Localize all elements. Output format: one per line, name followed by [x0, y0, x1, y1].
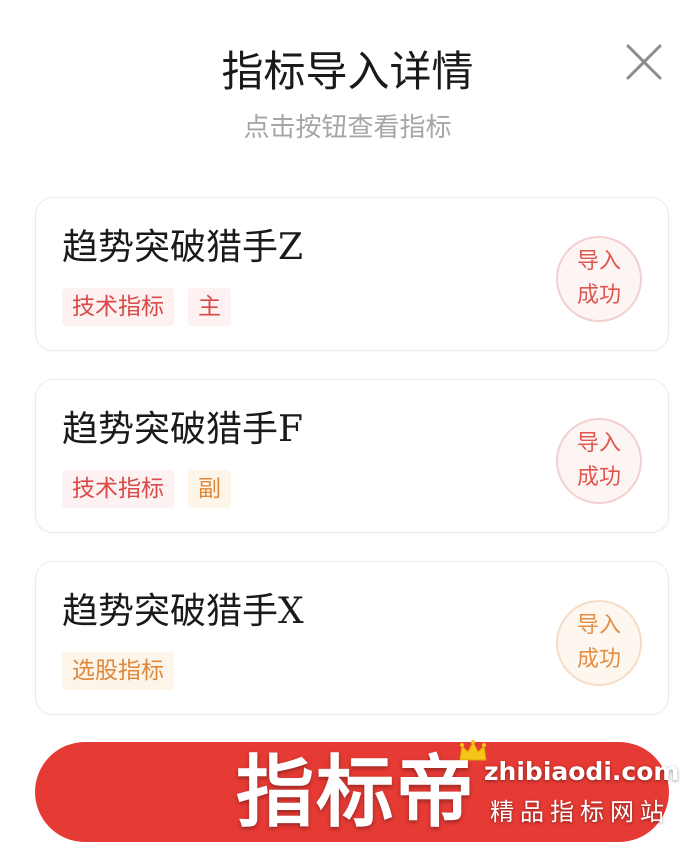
status-line1: 导入 [576, 613, 621, 638]
indicator-name: 趋势突破猎手Z [62, 227, 304, 268]
tag-category: 技术指标 [62, 288, 174, 326]
status-line2: 成功 [576, 283, 621, 308]
close-button[interactable] [622, 40, 666, 84]
status-line1: 导入 [576, 431, 621, 456]
indicator-tags: 技术指标 副 [62, 470, 231, 508]
indicator-card[interactable]: 趋势突破猎手Z 技术指标 主 导入 成功 [35, 197, 669, 351]
indicator-card[interactable]: 趋势突破猎手X 选股指标 导入 成功 [35, 561, 669, 715]
import-status-badge: 导入 成功 [556, 600, 642, 686]
watermark-logo: 指标帝 [236, 748, 477, 838]
tag-category: 选股指标 [62, 652, 174, 690]
indicator-card[interactable]: 趋势突破猎手F 技术指标 副 导入 成功 [35, 379, 669, 533]
indicator-tags: 技术指标 主 [62, 288, 231, 326]
status-line2: 成功 [576, 465, 621, 490]
import-status-badge: 导入 成功 [556, 236, 642, 322]
watermark-slogan: 精品指标网站 [490, 798, 670, 826]
indicator-name: 趋势突破猎手X [62, 591, 304, 632]
dialog-title: 指标导入详情 [221, 47, 474, 96]
status-line1: 导入 [576, 249, 621, 274]
watermark-url: zhibiaodi.com [484, 757, 680, 786]
close-icon [626, 44, 662, 80]
import-detail-dialog: 指标导入详情 点击按钮查看指标 趋势突破猎手Z 技术指标 主 导入 成功 趋势突… [0, 0, 695, 859]
tag-category: 技术指标 [62, 470, 174, 508]
tag-type: 主 [188, 288, 231, 326]
indicator-name: 趋势突破猎手F [62, 409, 303, 450]
tag-type: 副 [188, 470, 231, 508]
status-line2: 成功 [576, 647, 621, 672]
indicator-tags: 选股指标 [62, 652, 174, 690]
dialog-subtitle: 点击按钮查看指标 [243, 113, 452, 143]
import-status-badge: 导入 成功 [556, 418, 642, 504]
